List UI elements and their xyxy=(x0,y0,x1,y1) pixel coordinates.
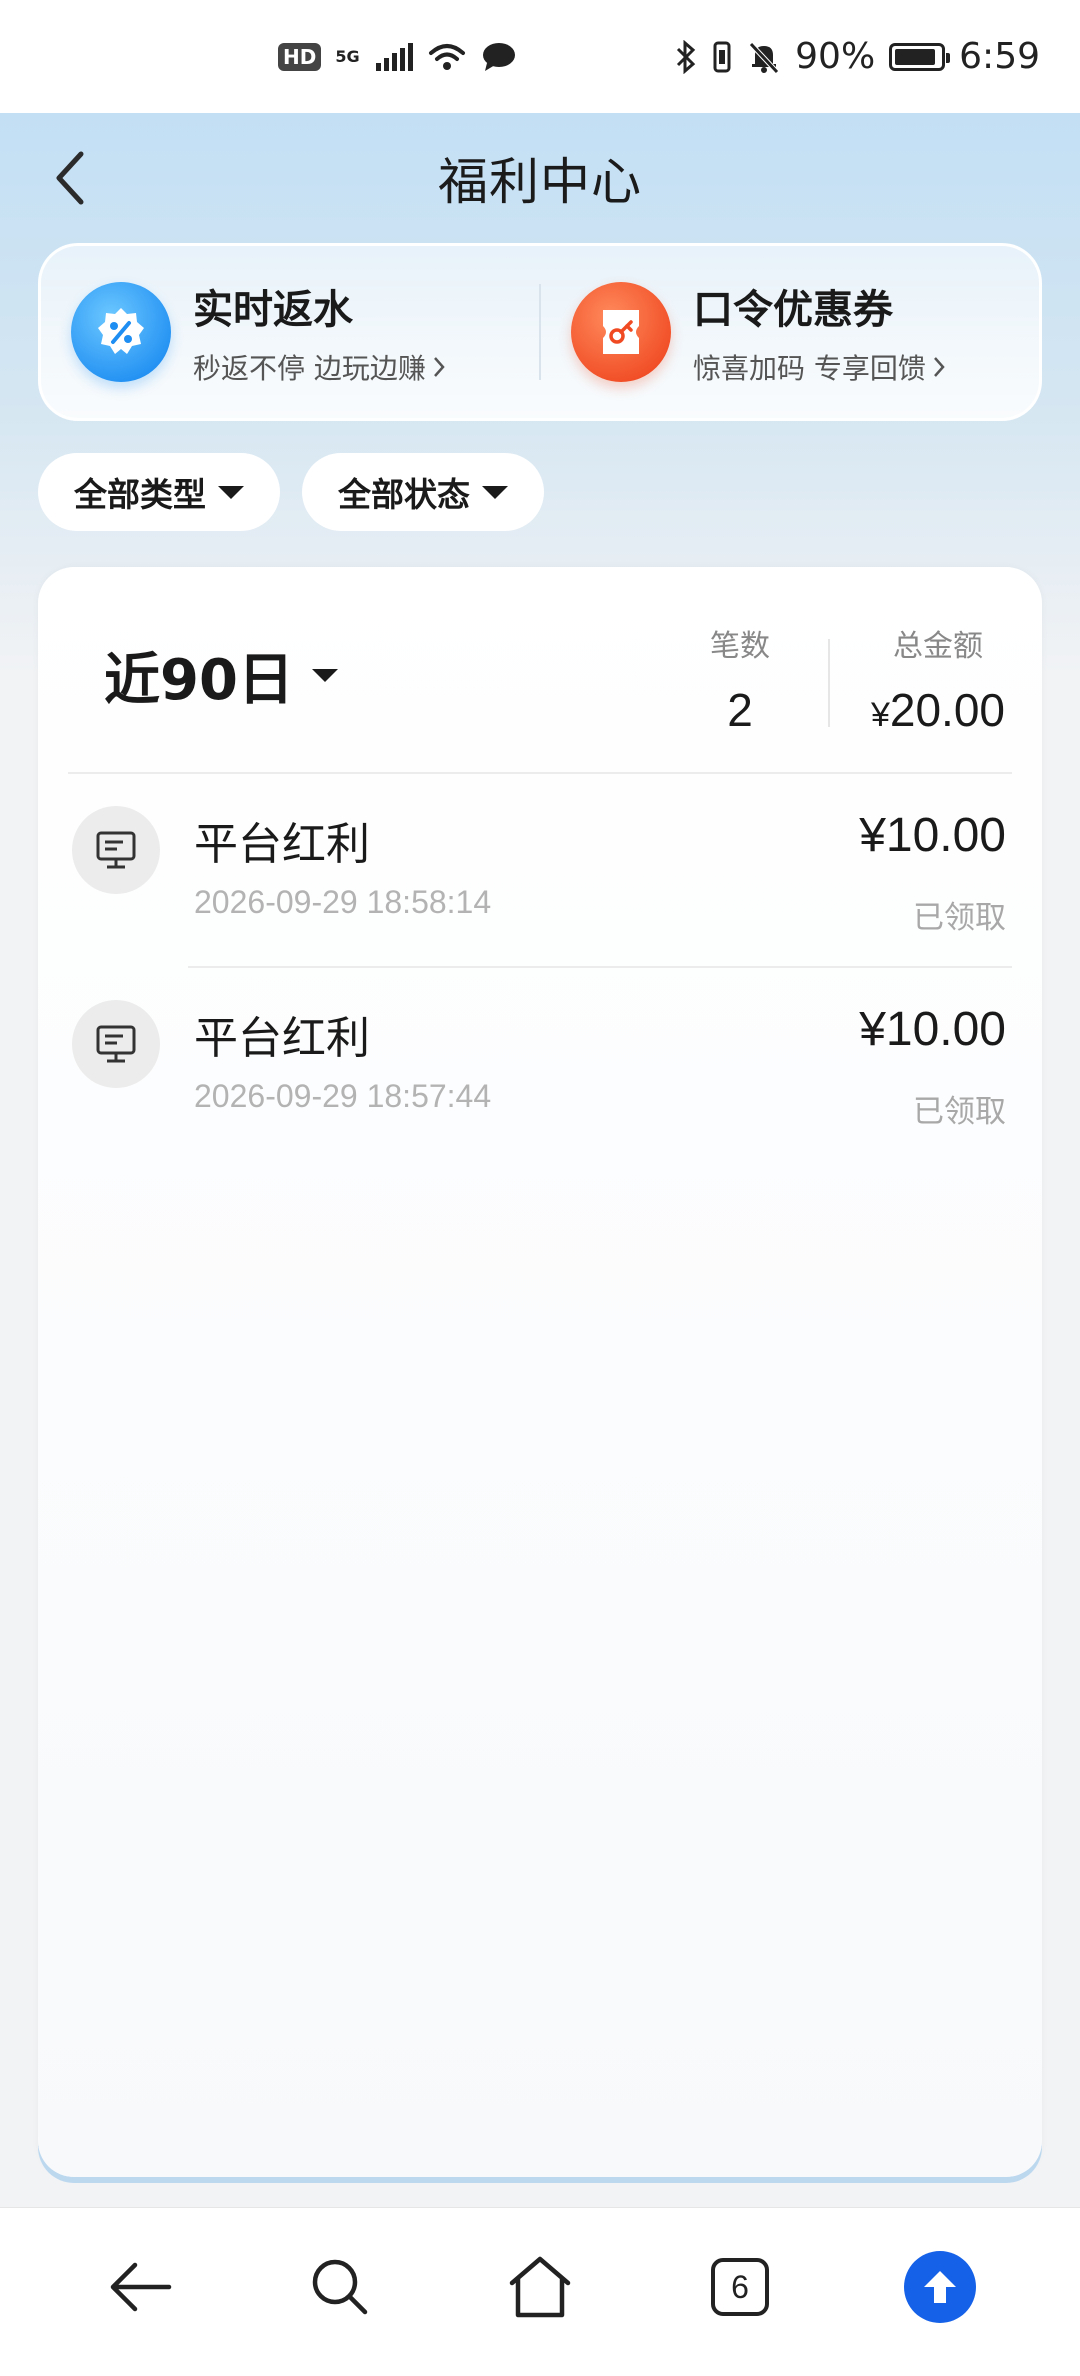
record-amount: ¥10.00 xyxy=(859,1003,1006,1056)
message-icon xyxy=(482,42,515,71)
filter-bar: 全部类型 全部状态 xyxy=(38,453,544,531)
monitor-icon xyxy=(72,806,160,894)
chevron-right-icon xyxy=(933,357,945,377)
bluetooth-icon xyxy=(677,39,696,74)
vibrate-icon xyxy=(713,41,731,72)
search-icon xyxy=(312,2259,368,2315)
stat-divider xyxy=(828,639,830,727)
page-title: 福利中心 xyxy=(438,153,642,211)
mute-bell-icon xyxy=(749,41,779,74)
caret-down-icon xyxy=(311,669,338,682)
total-value: 20.00 xyxy=(889,684,1006,736)
promo-rebate-subtitle-row: 秒返不停 边玩边赚 xyxy=(193,347,446,387)
promo-rebate-title: 实时返水 xyxy=(193,287,353,333)
count-stat: 笔数 2 xyxy=(680,621,800,737)
browser-back-button[interactable] xyxy=(90,2237,190,2337)
record-title: 平台红利 xyxy=(194,1013,370,1064)
wifi-icon xyxy=(428,43,465,70)
promo-rebate[interactable]: 实时返水 秒返不停 边玩边赚 xyxy=(41,246,539,418)
monitor-icon xyxy=(72,1000,160,1088)
record-status: 已领取 xyxy=(913,900,1006,936)
count-value: 2 xyxy=(727,684,753,736)
signal-icon xyxy=(375,42,413,71)
status-bar: HD 5G 90% 6:59 xyxy=(0,0,1080,113)
promo-rebate-text: 实时返水 秒返不停 边玩边赚 xyxy=(193,277,446,387)
nav-bar: 福利中心 xyxy=(0,113,1080,243)
record-title: 平台红利 xyxy=(194,819,370,870)
record-row[interactable]: 平台红利 2026-09-29 18:57:44 ¥10.00 已领取 xyxy=(68,968,1012,1162)
count-label: 笔数 xyxy=(710,629,770,664)
promo-coupon[interactable]: 口令优惠券 惊喜加码 专享回馈 xyxy=(541,246,1039,418)
arrow-left-icon xyxy=(110,2262,172,2312)
record-amount: ¥10.00 xyxy=(859,809,1006,862)
filter-status-label: 全部状态 xyxy=(338,475,470,514)
record-row[interactable]: 平台红利 2026-09-29 18:58:14 ¥10.00 已领取 xyxy=(68,774,1012,968)
record-time: 2026-09-29 18:57:44 xyxy=(194,1078,492,1114)
upload-button[interactable] xyxy=(890,2237,990,2337)
chevron-left-icon xyxy=(56,151,84,205)
status-left: HD 5G xyxy=(278,41,517,73)
promo-coupon-subtitle-row: 惊喜加码 专享回馈 xyxy=(693,347,946,387)
back-button[interactable] xyxy=(40,145,100,211)
hd-icon: HD xyxy=(278,42,322,71)
search-button[interactable] xyxy=(290,2237,390,2337)
total-currency: ¥ xyxy=(870,696,890,734)
caret-down-icon xyxy=(218,485,244,499)
caret-down-icon xyxy=(482,485,508,499)
status-right: 90% 6:59 xyxy=(675,36,1040,77)
percent-badge-icon xyxy=(71,282,171,382)
promo-rebate-subtitle: 秒返不停 边玩边赚 xyxy=(193,352,426,385)
promo-coupon-text: 口令优惠券 惊喜加码 专享回馈 xyxy=(693,277,946,387)
filter-type-dropdown[interactable]: 全部类型 xyxy=(38,453,280,531)
home-icon xyxy=(509,2256,571,2318)
battery-percent: 90% xyxy=(795,36,876,77)
arrow-up-icon xyxy=(904,2251,976,2323)
filter-status-dropdown[interactable]: 全部状态 xyxy=(302,453,544,531)
tabs-button[interactable]: 6 xyxy=(690,2237,790,2337)
records-card: 近90日 笔数 2 总金额 ¥20.00 平台红利 2026-09-29 18:… xyxy=(38,567,1042,2177)
clock: 6:59 xyxy=(959,36,1040,77)
summary-header: 近90日 笔数 2 总金额 ¥20.00 xyxy=(68,567,1012,774)
total-stat: 总金额 ¥20.00 xyxy=(850,621,1026,737)
total-value-row: ¥20.00 xyxy=(850,683,1026,737)
record-time: 2026-09-29 18:58:14 xyxy=(194,884,492,920)
home-button[interactable] xyxy=(490,2237,590,2337)
filter-type-label: 全部类型 xyxy=(74,475,206,514)
promo-coupon-title: 口令优惠券 xyxy=(693,287,893,333)
coupon-icon xyxy=(571,282,671,382)
bottom-nav: 6 xyxy=(0,2207,1080,2376)
tabs-count: 6 xyxy=(711,2258,769,2316)
promo-coupon-subtitle: 惊喜加码 专享回馈 xyxy=(693,352,926,385)
record-status: 已领取 xyxy=(913,1094,1006,1130)
period-label: 近90日 xyxy=(104,648,294,713)
battery-icon xyxy=(889,42,951,71)
network-type: 5G xyxy=(335,46,360,66)
total-label: 总金额 xyxy=(893,629,983,664)
chevron-right-icon xyxy=(433,357,445,377)
period-dropdown[interactable]: 近90日 xyxy=(104,635,338,716)
promo-card: 实时返水 秒返不停 边玩边赚 口令优惠券 惊喜加码 专享回馈 xyxy=(38,243,1042,421)
